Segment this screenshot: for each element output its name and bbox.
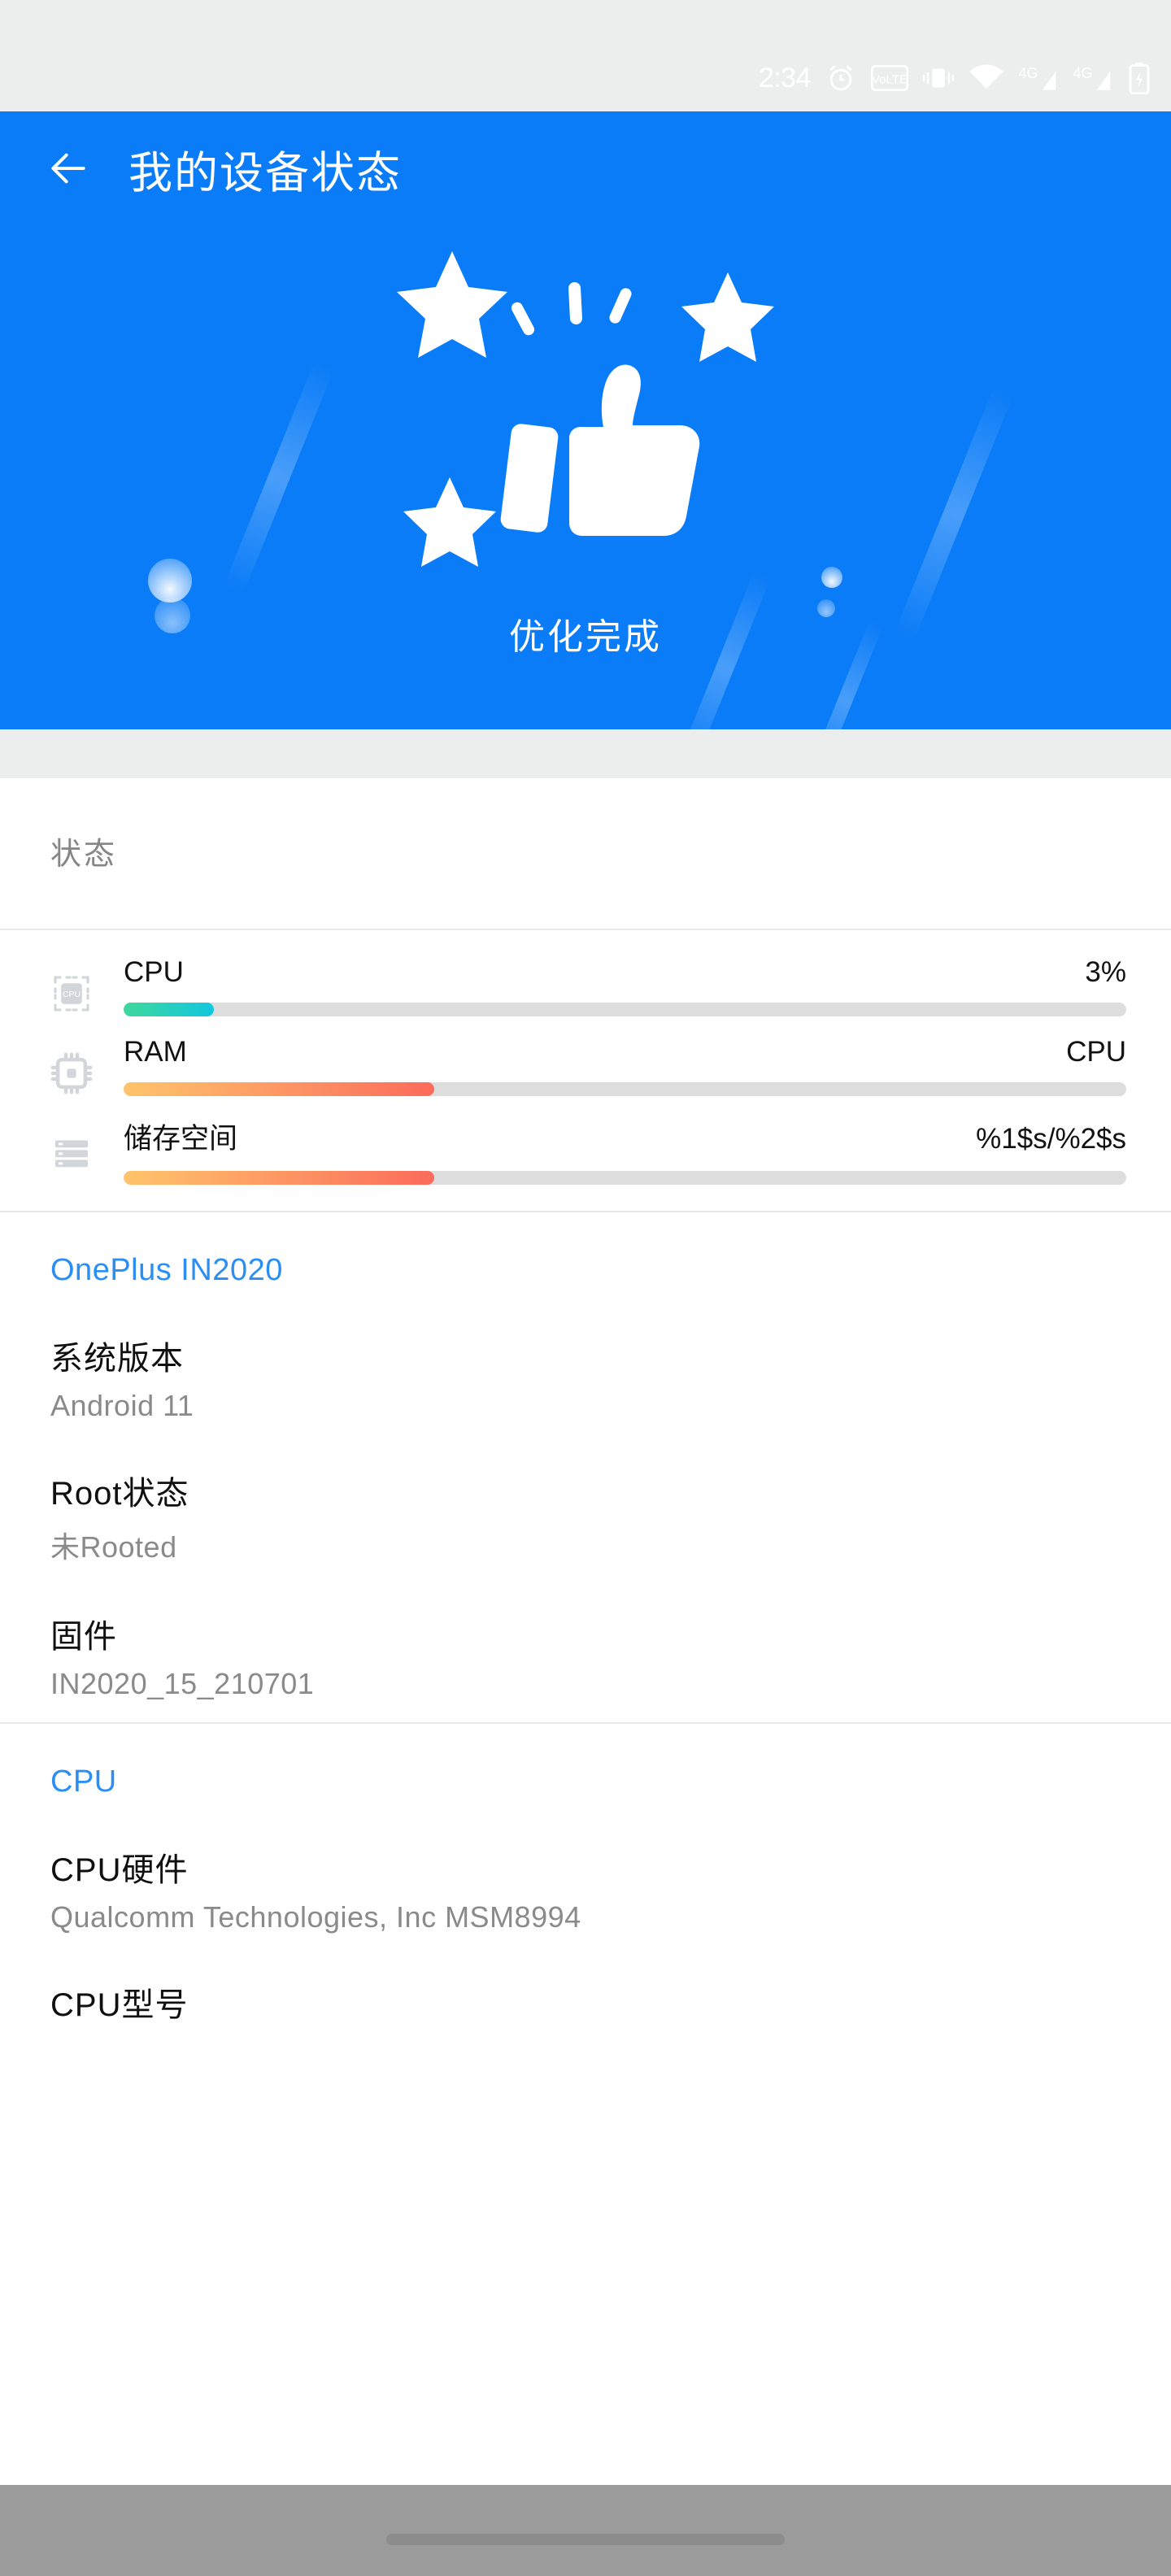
meter-fill — [124, 1003, 214, 1016]
signal-4g-sim1-icon: 4G — [1018, 65, 1056, 90]
battery-charging-icon — [1129, 63, 1150, 94]
storage-icon — [47, 1116, 96, 1176]
svg-text:4G: 4G — [1073, 65, 1092, 81]
meter-fill — [124, 1171, 435, 1185]
svg-text:4G: 4G — [1018, 65, 1038, 81]
cpu-section-header[interactable]: CPU — [0, 1724, 1171, 1799]
status-section: 状态 CPU CPU 3% RAM CPU 储存空间 %1$s/%2$s — [0, 778, 1171, 1212]
status-bar-icons: 2:34 VoLTE 4G 4G — [759, 59, 1151, 97]
svg-text:VoLTE: VoLTE — [872, 73, 908, 87]
info-value: Qualcomm Technologies, Inc MSM8994 — [50, 1900, 581, 1934]
meter-label: 储存空间 — [124, 1123, 238, 1155]
meter-value: %1$s/%2$s — [976, 1123, 1126, 1155]
meter-track — [124, 1003, 1126, 1016]
info-item-root-status[interactable]: Root状态 未Rooted — [0, 1423, 1171, 1566]
status-bar-clock: 2:34 — [758, 63, 812, 94]
info-item-cpu-model[interactable]: CPU型号 — [0, 1934, 1171, 2026]
info-title: 系统版本 — [50, 1341, 184, 1377]
info-title: 固件 — [50, 1619, 117, 1655]
svg-text:CPU: CPU — [63, 990, 81, 999]
info-value: Android 11 — [50, 1389, 194, 1422]
wifi-icon — [969, 64, 1003, 89]
bottom-overlay-bar — [0, 2485, 1171, 2576]
status-meter-list: CPU CPU 3% RAM CPU 储存空间 %1$s/%2$s — [0, 929, 1171, 1212]
back-button[interactable] — [42, 142, 94, 194]
meter-track — [124, 1171, 1126, 1185]
hero-header: 我的设备状态 优化完成 — [0, 111, 1171, 729]
ram-chip-icon — [47, 1036, 96, 1096]
volte-icon: VoLTE — [871, 65, 908, 91]
alarm-clock-icon — [829, 65, 852, 91]
info-title: CPU硬件 — [50, 1852, 189, 1888]
status-bar: 2:34 VoLTE 4G 4G — [0, 0, 1171, 111]
meter-track — [124, 1082, 1126, 1096]
info-item-firmware[interactable]: 固件 IN2020_15_210701 — [0, 1566, 1171, 1701]
meter-value: 3% — [1085, 956, 1126, 988]
vibrate-icon — [922, 68, 955, 88]
meter-row-storage[interactable]: 储存空间 %1$s/%2$s — [0, 1104, 1171, 1193]
cpu-info-section: CPU CPU硬件 Qualcomm Technologies, Inc MSM… — [0, 1724, 1171, 2026]
arrow-left-icon — [51, 153, 85, 184]
page-title: 我的设备状态 — [128, 148, 402, 198]
signal-4g-sim2-icon: 4G — [1073, 65, 1111, 90]
meter-row-cpu[interactable]: CPU CPU 3% — [0, 945, 1171, 1025]
info-item-cpu-hardware[interactable]: CPU硬件 Qualcomm Technologies, Inc MSM8994 — [0, 1799, 1171, 1934]
hero-toolbar: 我的设备状态 — [0, 111, 1171, 225]
home-gesture-pill[interactable] — [386, 2534, 785, 2545]
section-gap — [0, 729, 1171, 778]
meter-row-ram[interactable]: RAM CPU — [0, 1025, 1171, 1104]
status-section-label: 状态 — [50, 838, 118, 872]
info-item-system-version[interactable]: 系统版本 Android 11 — [0, 1288, 1171, 1423]
meter-label: RAM — [124, 1036, 187, 1068]
cpu-chip-icon: CPU — [47, 956, 96, 1016]
info-value: IN2020_15_210701 — [50, 1667, 315, 1700]
hero-caption: 优化完成 — [509, 617, 662, 657]
device-info-section: OnePlus IN2020 系统版本 Android 11 Root状态 未R… — [0, 1212, 1171, 1724]
info-value: 未Rooted — [50, 1530, 177, 1564]
meter-label: CPU — [124, 956, 184, 988]
info-title: Root状态 — [50, 1476, 189, 1512]
meter-value: CPU — [1066, 1036, 1126, 1068]
meter-fill — [124, 1082, 435, 1096]
info-title: CPU型号 — [50, 1987, 189, 2023]
thumbs-up-illustration — [397, 251, 774, 567]
device-section-header[interactable]: OnePlus IN2020 — [0, 1212, 1171, 1288]
